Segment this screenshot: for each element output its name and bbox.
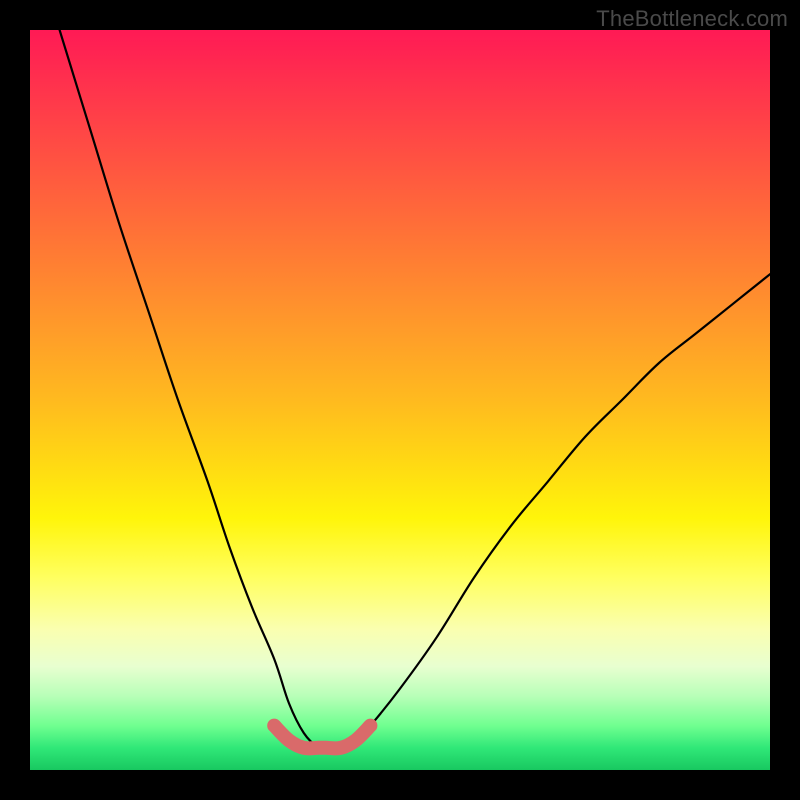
chart-frame: TheBottleneck.com	[0, 0, 800, 800]
bottleneck-curve	[60, 30, 770, 749]
plot-area	[30, 30, 770, 770]
watermark-text: TheBottleneck.com	[596, 6, 788, 32]
floor-marker	[274, 726, 370, 749]
curve-layer	[30, 30, 770, 770]
